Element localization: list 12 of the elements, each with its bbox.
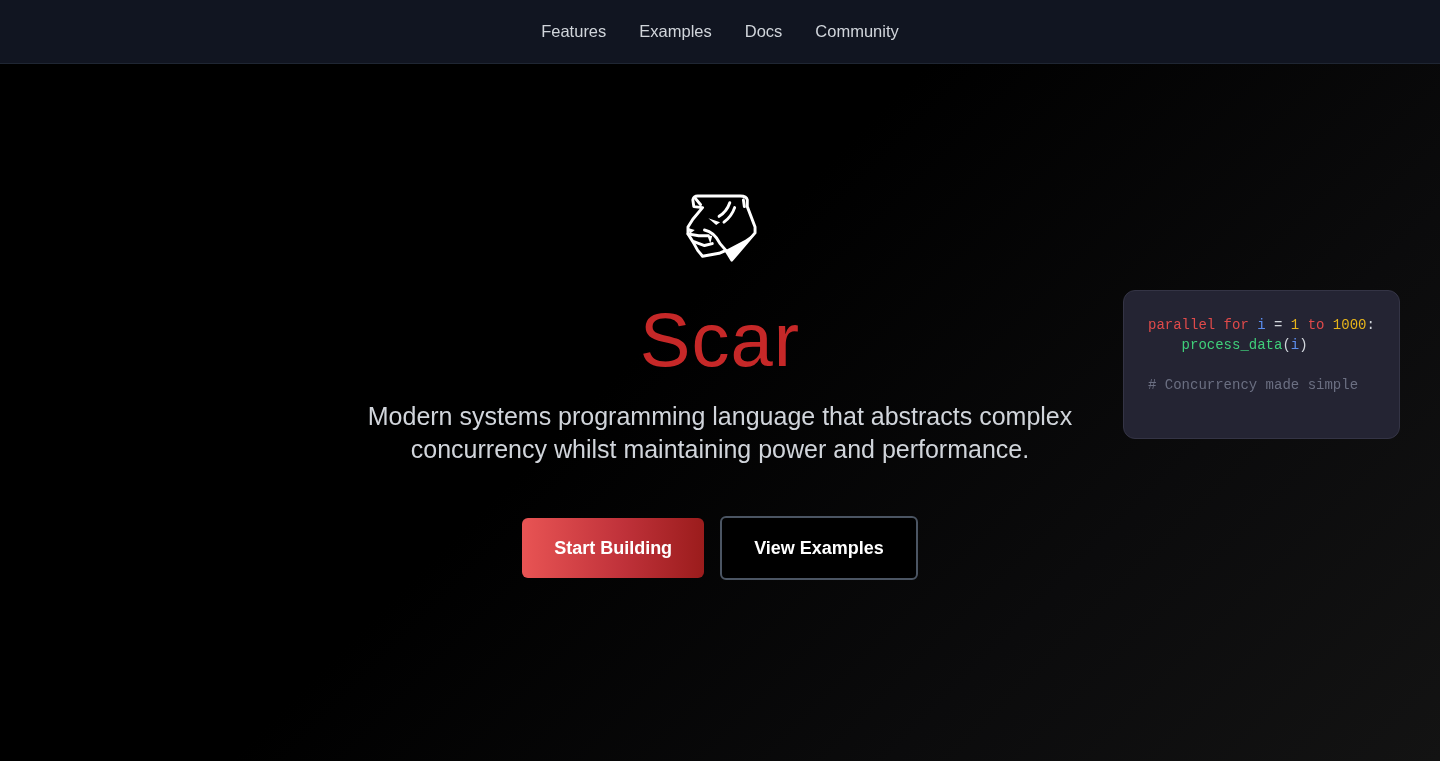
nav-link[interactable]: Examples <box>639 22 712 41</box>
hero-title: Scar <box>639 298 801 382</box>
nav-link[interactable]: Features <box>541 22 607 41</box>
nav-link[interactable]: Docs <box>744 22 783 41</box>
big-cat-head-logo <box>686 194 758 264</box>
hero-subtitle: Modern systems programming language that abstracts complex concurrency whilst maintaining power and performance. <box>366 401 1074 465</box>
view-examples-button[interactable]: View Examples <box>720 516 918 580</box>
code-line: parallel for i = 1 to 1000: <box>1148 316 1376 335</box>
nav-link[interactable]: Community <box>815 22 899 41</box>
code-line: process_data(i) <box>1180 336 1309 355</box>
code-comment: # Concurrency made simple <box>1148 376 1360 395</box>
start-building-button[interactable]: Start Building <box>522 518 705 578</box>
